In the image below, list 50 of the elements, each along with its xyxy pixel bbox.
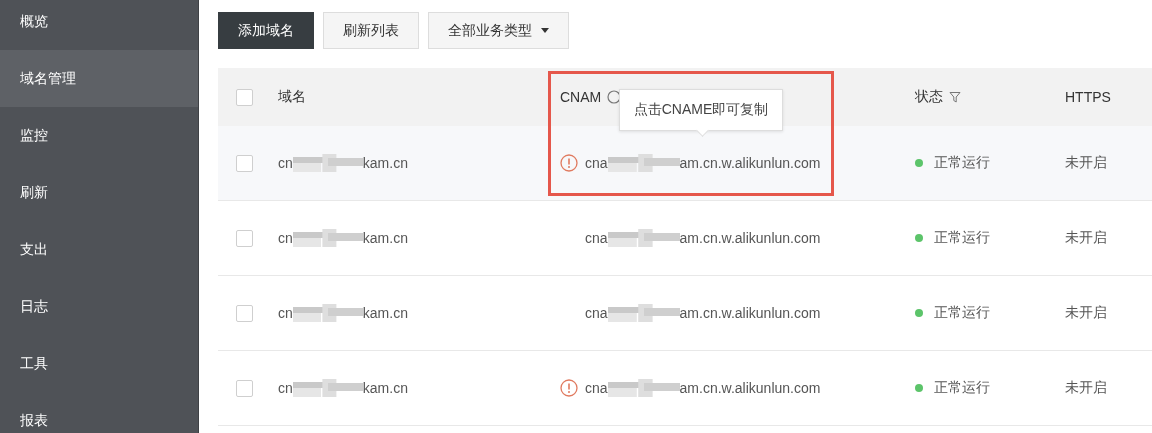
toolbar-button[interactable]: 添加域名 (218, 12, 314, 49)
toolbar-button[interactable]: 刷新列表 (323, 12, 419, 49)
checkbox[interactable] (236, 304, 253, 322)
cname-text[interactable]: cna (585, 380, 608, 396)
caret-icon (541, 28, 549, 33)
sidebar-item[interactable]: 概览 (0, 0, 198, 50)
redaction-blur (292, 229, 363, 247)
https-status: 未开启 (1065, 154, 1107, 172)
cname-text[interactable]: am.cn.w.alikunlun.com (679, 230, 821, 246)
filter-icon (949, 91, 961, 103)
domain-text: cn (278, 305, 293, 321)
domain-text: kam.cn (362, 230, 408, 246)
https-status: 未开启 (1065, 229, 1107, 247)
https-status: 未开启 (1065, 304, 1107, 322)
domain-text: kam.cn (362, 155, 408, 171)
cname-text[interactable]: cna (585, 230, 608, 246)
sidebar-item[interactable]: 监控 (0, 107, 198, 164)
status-text: 正常运行 (934, 379, 990, 397)
column-header: 状态 (915, 88, 943, 106)
cname-text[interactable]: am.cn.w.alikunlun.com (679, 380, 821, 396)
column-header: CNAM (560, 89, 602, 105)
sidebar-item[interactable]: 支出 (0, 221, 198, 278)
sidebar-item[interactable]: 工具 (0, 335, 198, 392)
domain-text: cn (278, 155, 293, 171)
checkbox[interactable] (236, 379, 253, 397)
status-text: 正常运行 (934, 304, 990, 322)
checkbox[interactable] (236, 154, 253, 172)
status-text: 正常运行 (934, 154, 990, 172)
domain-text: kam.cn (362, 305, 408, 321)
redaction-blur (292, 304, 363, 322)
domain-text: kam.cn (362, 380, 408, 396)
cname-text[interactable]: cna (585, 155, 608, 171)
redaction-blur (292, 379, 363, 397)
domain-text: cn (278, 230, 293, 246)
checkbox[interactable] (236, 229, 253, 247)
https-status: 未开启 (1065, 379, 1107, 397)
cname-text[interactable]: am.cn.w.alikunlun.com (679, 305, 821, 321)
redaction-blur (292, 154, 363, 172)
sidebar-item[interactable]: 报表 (0, 392, 198, 433)
checkbox[interactable] (236, 88, 253, 106)
column-header: HTTPS (1065, 89, 1111, 105)
sidebar-item[interactable]: 刷新 (0, 164, 198, 221)
cname-text[interactable]: cna (585, 305, 608, 321)
sidebar-item[interactable]: 域名管理 (0, 50, 198, 107)
status-text: 正常运行 (934, 229, 990, 247)
column-header: 域名 (278, 88, 306, 106)
type-dropdown[interactable]: 全部业务类型 (428, 12, 569, 49)
cname-text[interactable]: am.cn.w.alikunlun.com (679, 155, 821, 171)
domain-text: cn (278, 380, 293, 396)
sidebar-item[interactable]: 日志 (0, 278, 198, 335)
